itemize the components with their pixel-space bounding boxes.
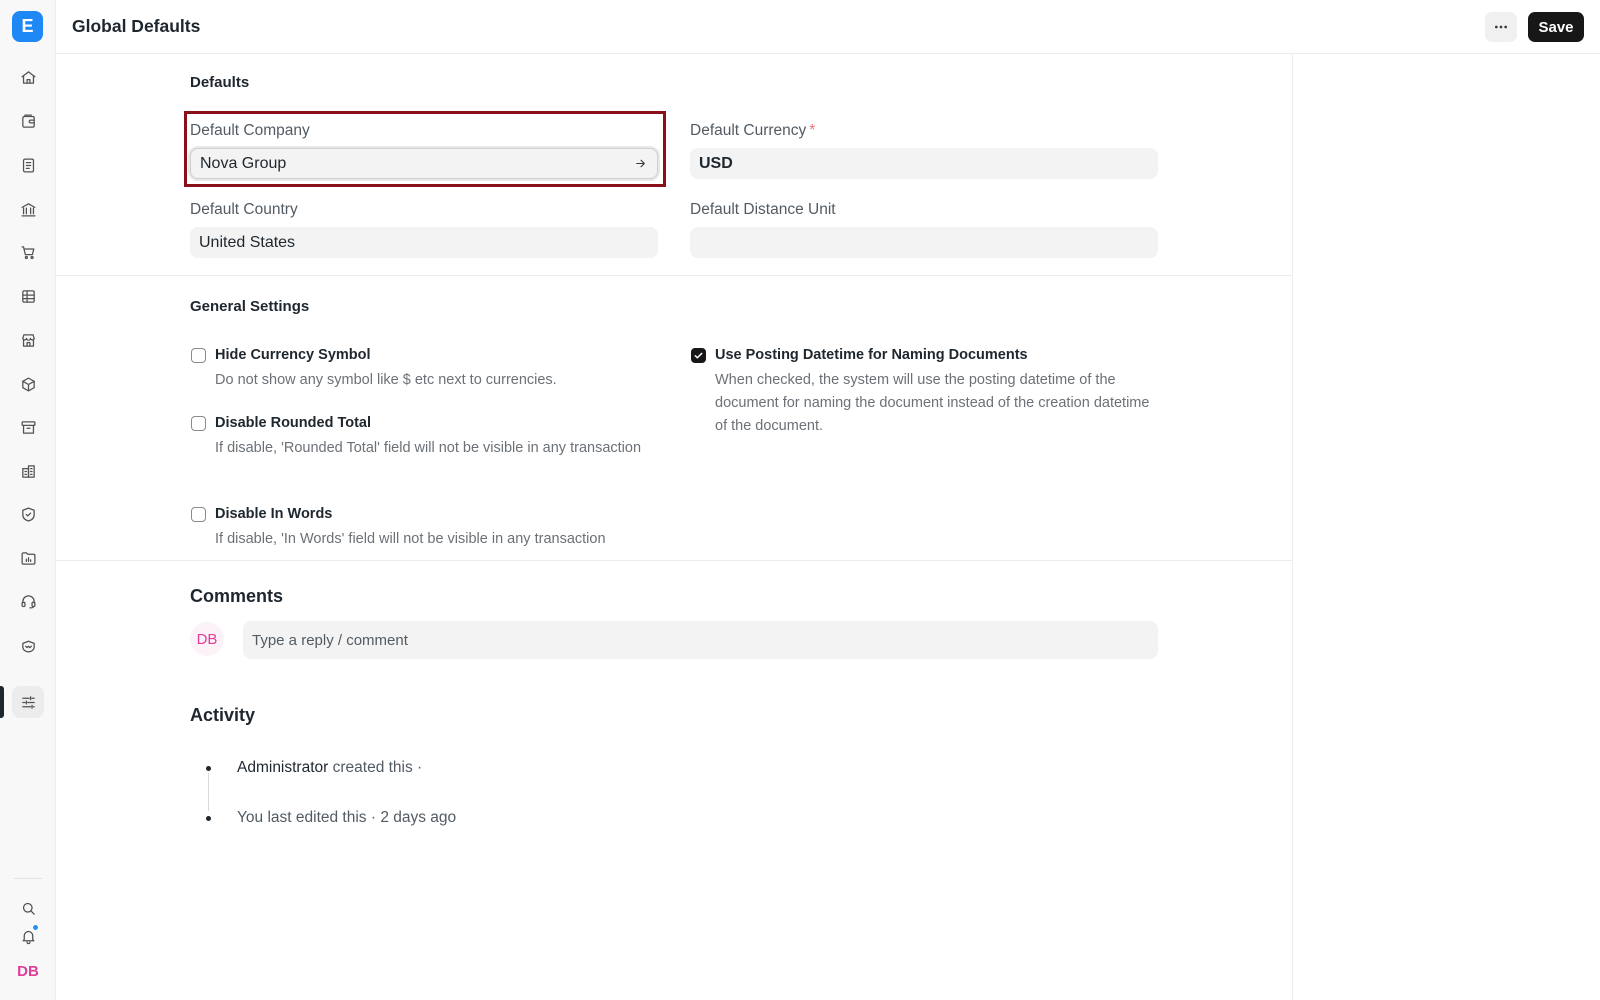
building-icon[interactable] <box>12 455 44 487</box>
default-distance-unit-label: Default Distance Unit <box>690 201 836 218</box>
default-distance-unit-input[interactable] <box>690 227 1158 258</box>
activity-entry-text: created this · <box>332 759 423 776</box>
handshake-icon[interactable] <box>12 629 44 661</box>
activity-title: Activity <box>190 705 256 725</box>
wallet-icon[interactable] <box>12 105 44 137</box>
timeline-dot <box>206 816 211 821</box>
section-divider <box>56 275 1293 276</box>
comments-title: Comments <box>190 586 284 606</box>
default-country-label: Default Country <box>190 201 298 218</box>
table-icon[interactable] <box>12 280 44 312</box>
required-marker: * <box>809 122 816 139</box>
disable-in-words-label: Disable In Words <box>215 506 333 522</box>
use-posting-datetime-label: Use Posting Datetime for Naming Document… <box>715 347 1028 363</box>
form-area <box>56 54 1293 1000</box>
logo-letter: E <box>21 16 34 36</box>
timeline-line <box>208 773 209 811</box>
package-icon[interactable] <box>12 368 44 400</box>
activity-entry-text: You last edited this · 2 days ago <box>237 809 457 826</box>
default-country-value: United States <box>199 233 296 251</box>
checkmark-icon <box>694 352 703 359</box>
default-currency-value: USD <box>699 154 733 172</box>
activity-entry: You last edited this · 2 days ago <box>237 809 456 827</box>
activity-entry: Administrator created this · <box>237 759 422 777</box>
use-posting-datetime-description: When checked, the system will use the po… <box>715 372 1150 434</box>
shield-icon[interactable] <box>12 498 44 530</box>
general-settings-title: General Settings <box>190 298 310 315</box>
page-title: Global Defaults <box>72 16 201 36</box>
headset-icon[interactable] <box>12 585 44 617</box>
disable-rounded-total-description: If disable, 'Rounded Total' field will n… <box>215 440 642 456</box>
home-icon[interactable] <box>12 61 44 93</box>
disable-rounded-total-label: Disable Rounded Total <box>215 415 372 431</box>
archive-icon[interactable] <box>12 411 44 443</box>
hide-currency-symbol-label: Hide Currency Symbol <box>215 347 371 363</box>
store-icon[interactable] <box>12 324 44 356</box>
comment-avatar: DB <box>190 622 224 656</box>
ellipsis-icon <box>1495 25 1507 29</box>
more-options-button[interactable] <box>1485 12 1517 42</box>
notification-dot <box>32 924 39 931</box>
active-indicator <box>0 686 4 718</box>
default-currency-label-text: Default Currency <box>690 122 807 139</box>
bank-icon[interactable] <box>12 193 44 225</box>
defaults-section-title: Defaults <box>190 74 250 91</box>
default-country-input[interactable]: United States <box>190 227 658 258</box>
hide-currency-symbol-description: Do not show any symbol like $ etc next t… <box>215 372 557 388</box>
sidebar-divider <box>14 878 42 879</box>
disable-in-words-description: If disable, 'In Words' field will not be… <box>215 531 606 547</box>
comment-input[interactable] <box>243 621 1158 659</box>
app-logo[interactable]: E <box>12 11 43 42</box>
disable-rounded-total-checkbox[interactable] <box>191 416 206 431</box>
use-posting-datetime-checkbox[interactable] <box>691 348 706 363</box>
cart-icon[interactable] <box>12 236 44 268</box>
bell-icon[interactable] <box>12 920 44 952</box>
disable-in-words-checkbox[interactable] <box>191 507 206 522</box>
default-currency-input[interactable]: USD <box>690 148 1158 179</box>
folder-chart-icon[interactable] <box>12 542 44 574</box>
app-root: E DB Global Defaults Save Defaults Defau… <box>0 0 1600 1000</box>
hide-currency-symbol-checkbox[interactable] <box>191 348 206 363</box>
page-header: Global Defaults Save <box>56 0 1600 54</box>
document-icon[interactable] <box>12 149 44 181</box>
user-avatar[interactable]: DB <box>12 955 44 987</box>
activity-actor[interactable]: Administrator <box>237 759 328 776</box>
timeline-dot <box>206 766 211 771</box>
section-divider <box>56 560 1293 561</box>
sliders-icon[interactable] <box>12 686 44 718</box>
save-button[interactable]: Save <box>1528 12 1584 42</box>
sidebar: E DB <box>0 0 56 1000</box>
default-currency-label: Default Currency * <box>690 122 815 140</box>
highlight-annotation <box>184 111 666 187</box>
